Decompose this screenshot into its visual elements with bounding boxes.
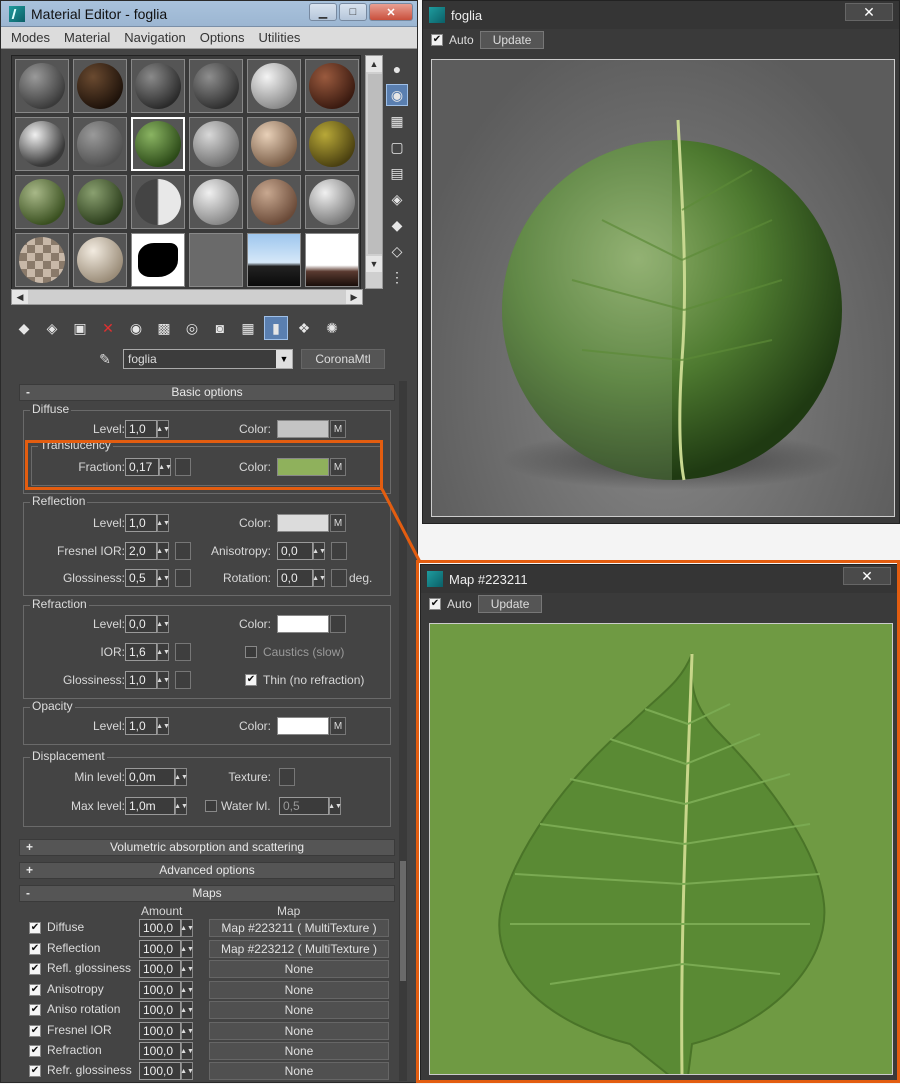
highlight-connector <box>380 488 422 563</box>
